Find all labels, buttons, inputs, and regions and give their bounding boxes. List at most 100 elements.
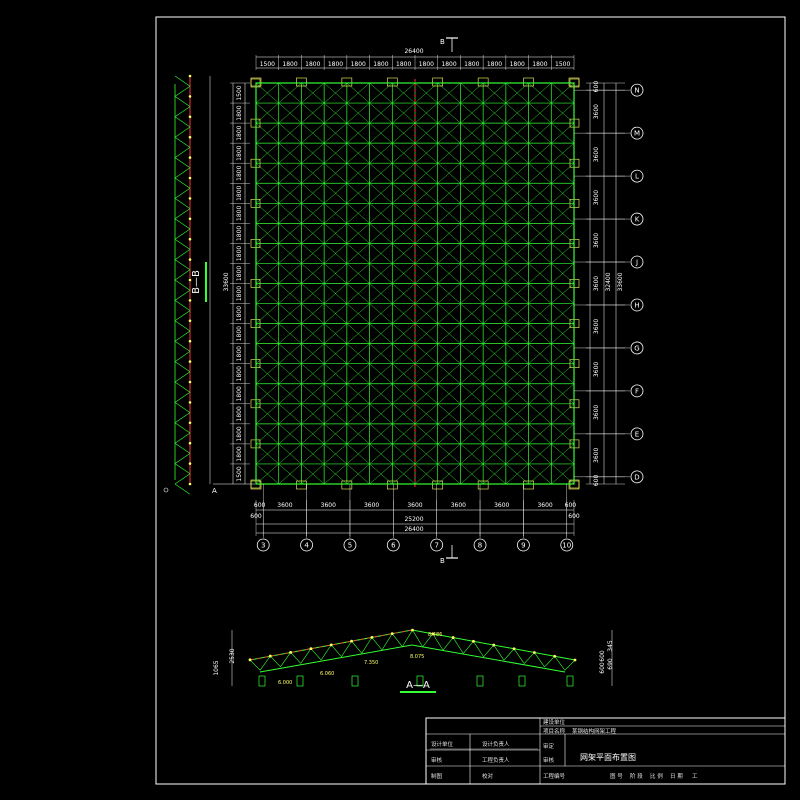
front-node [532,651,536,654]
tb-design-lead: 设计负责人 [482,740,510,748]
side-web [174,391,191,403]
axis-label-row: N [634,87,639,95]
left-span-dim: 1800 [236,105,243,120]
side-web [174,198,191,209]
side-node [188,339,192,343]
side-web [174,402,191,413]
right-span-dim: 600 [593,475,600,487]
side-web [174,361,191,373]
side-web [174,106,191,118]
axis-label-col: 5 [348,542,352,550]
tb-project-name: 某钢结构网架工程 [572,727,617,735]
front-web [483,644,494,658]
top-total-dim: 26400 [404,48,423,55]
side-web [174,238,191,250]
tb-review: 审核 [431,756,443,764]
top-dimensions: 26400 1500 1800 1800 1800 1800 1800 1800 1800 18… [255,37,575,70]
front-web [473,641,484,658]
front-dim-right-4: 690 [607,658,614,670]
top-span-dim: 1800 [464,61,479,68]
axis-label-col: 4 [304,542,309,550]
side-elevation-label: B—B [191,270,202,294]
section-marker-bottom: B [440,557,445,565]
right-span-dim: 3600 [593,405,600,420]
side-node [188,135,192,139]
left-span-dim: 1800 [236,266,243,281]
front-node [309,647,313,651]
tb-eng-no: 工程编号 [543,772,566,780]
left-span-dim: 1800 [236,386,243,401]
front-node [573,658,577,662]
front-column [351,675,359,687]
axis-label-col: 9 [521,542,525,550]
tb-eng-lead: 工程负责人 [482,756,510,764]
side-node [188,441,192,445]
top-span-dim: 1800 [441,61,456,68]
side-web [174,187,191,199]
right-span-dim: 3600 [593,276,600,291]
left-span-dim: 1800 [236,306,243,321]
axis-label-row: K [635,216,640,224]
bottom-span-dim: 600 [254,502,266,509]
left-span-dim: 1800 [236,185,243,200]
front-node [329,643,333,647]
side-web [174,473,191,485]
right-dimensions: 600 3600 3600 3600 3600 3600 3600 3600 3600 3600 6… [586,81,625,486]
front-dim-left-2: 1065 [213,660,220,675]
front-web [402,629,413,647]
front-web [523,652,535,664]
front-web [331,644,342,657]
side-node [188,482,192,486]
top-span-dim: 1800 [396,61,411,68]
front-web [463,641,474,654]
front-node [512,647,516,651]
level-ridge-low: 8.075 [410,654,424,660]
side-web [174,75,191,87]
tb-project-cat: 建设单位 [543,718,566,726]
top-span-dim: 1800 [532,61,547,68]
level-mid: 7.350 [364,660,378,666]
right-span-dim: 3600 [593,190,600,205]
tb-draw: 制图 [431,772,443,780]
left-span-dim: 1800 [236,366,243,381]
front-column [258,675,266,687]
left-span-dim: 1800 [236,145,243,160]
right-span-dim: 3600 [593,319,600,334]
axis-label-row: M [634,130,640,138]
tb-footer-1: 图 号 [610,772,623,780]
left-span-dim: 1800 [236,346,243,361]
side-web [174,432,191,444]
front-web [300,648,312,664]
left-span-dim: 1500 [236,466,243,481]
tb-footer-3: 比 例 [650,772,663,780]
section-marker-left: A [212,487,217,495]
front-web [361,637,373,654]
front-node [492,643,496,647]
side-web [174,289,191,301]
side-node [188,237,192,241]
side-web [174,310,191,322]
front-web [544,656,555,668]
front-web [270,655,281,667]
front-node [248,658,252,662]
side-web [174,330,191,342]
right-total-dim-b: 33600 [617,272,624,291]
side-node [188,176,192,180]
front-elevation-dims-left: 2530 1065 [213,648,236,675]
left-span-dim: 1800 [236,165,243,180]
right-span-dim: 3600 [593,362,600,377]
side-node [188,421,192,425]
left-total-dim: 33600 [223,272,230,291]
side-node [188,74,192,78]
level-low: 6.060 [320,671,334,677]
tb-footer-2: 阶 段 [630,772,643,780]
side-web [174,136,191,148]
front-dim-right-3: 600 [599,662,606,674]
side-web [174,412,191,424]
front-web [381,633,393,651]
bottom-span-dim: 3600 [537,502,552,509]
side-node [188,401,192,404]
axis-label-col: 3 [261,542,265,550]
left-span-dim: 1500 [236,85,243,100]
front-web [534,652,545,668]
